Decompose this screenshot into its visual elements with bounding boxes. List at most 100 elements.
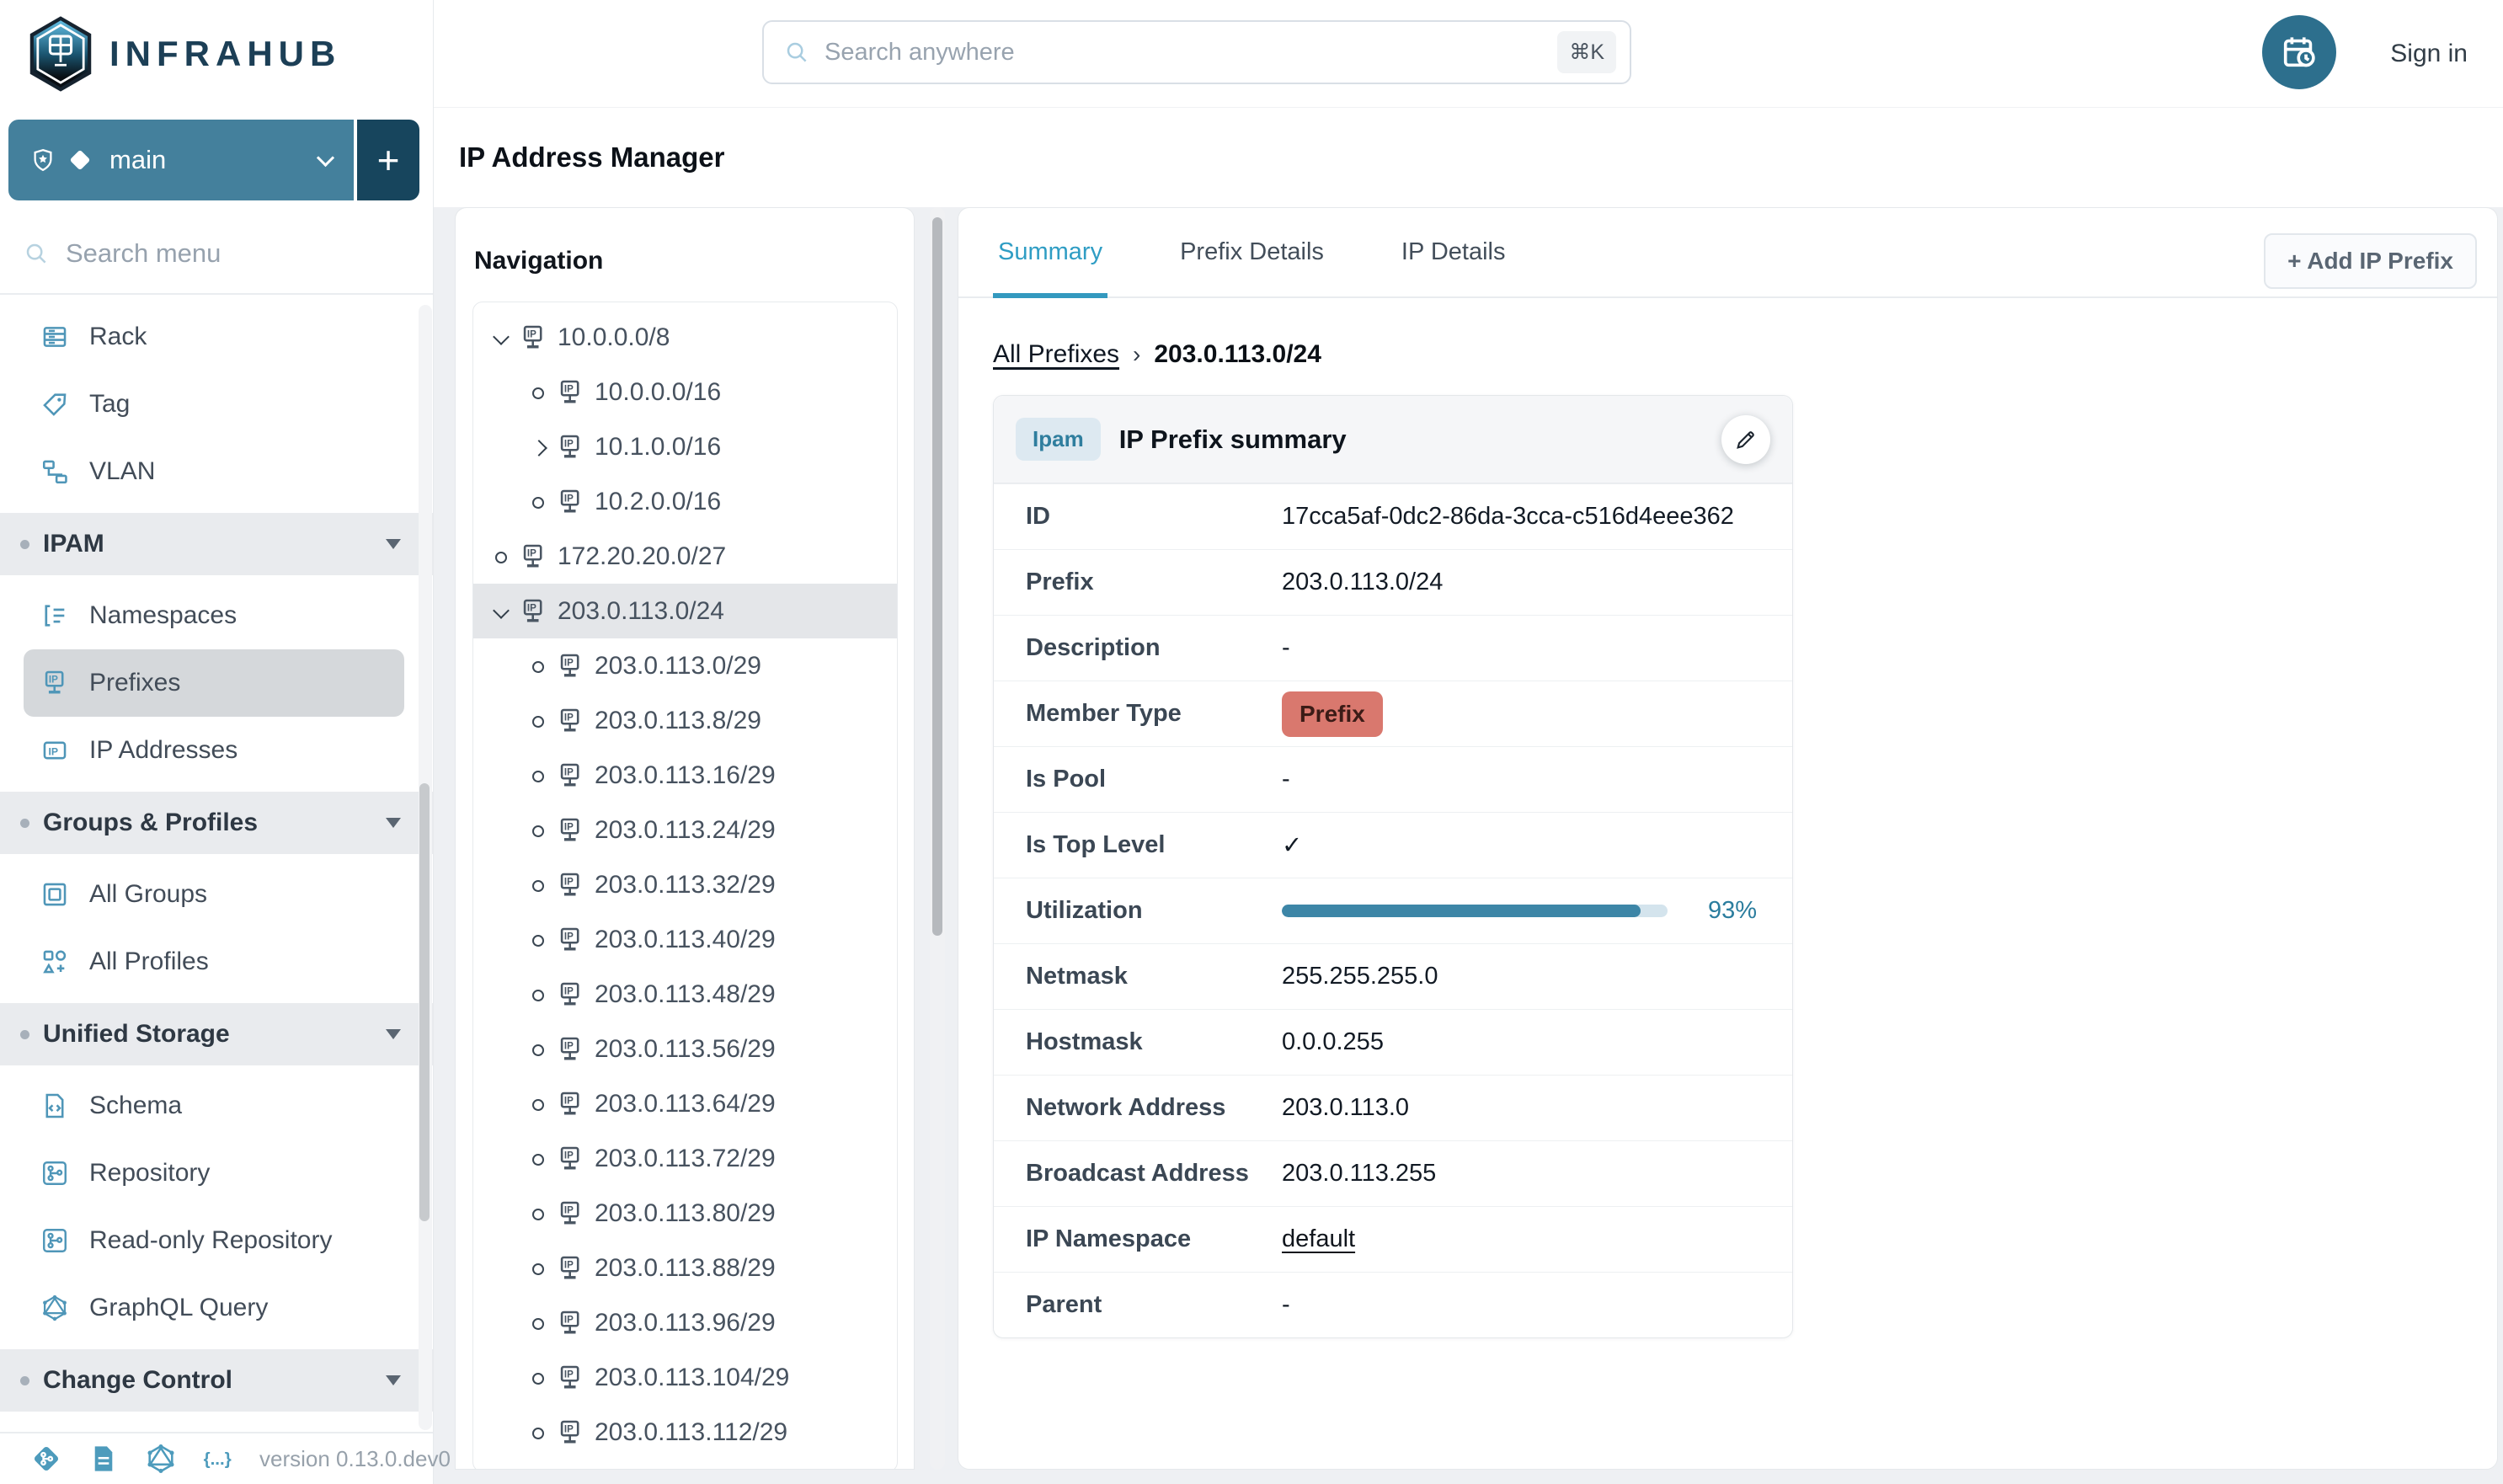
field-value-link[interactable]: default — [1282, 1225, 1355, 1253]
sidebar-item[interactable]: Namespaces — [24, 582, 404, 649]
tree-row[interactable]: 203.0.113.112/29 — [473, 1405, 897, 1460]
tab[interactable]: IP Details — [1396, 208, 1511, 296]
breadcrumb-current: 203.0.113.0/24 — [1154, 340, 1321, 369]
sidebar-item[interactable]: Unified Storage — [0, 1003, 433, 1065]
field-label: Network Address — [1026, 1094, 1282, 1122]
tree-row[interactable]: 203.0.113.88/29 — [473, 1241, 897, 1295]
tree-row[interactable]: 203.0.113.80/29 — [473, 1186, 897, 1241]
tree-row[interactable]: 203.0.113.0/24 — [473, 584, 897, 638]
footer-icon-button[interactable] — [202, 1443, 234, 1475]
field-value: 203.0.113.0/24 — [1282, 569, 1443, 596]
tree-marker-icon[interactable] — [527, 436, 549, 458]
sidebar-item[interactable]: VLAN — [24, 438, 404, 505]
breadcrumb-all-prefixes-link[interactable]: All Prefixes — [993, 340, 1119, 369]
sidebar-search-input[interactable] — [66, 238, 386, 269]
add-ip-prefix-button[interactable]: + Add IP Prefix — [2264, 233, 2477, 289]
tree-marker-icon[interactable] — [527, 819, 549, 841]
tree-marker-icon[interactable] — [527, 1038, 549, 1060]
sidebar-item[interactable]: Rack — [24, 303, 404, 371]
navigation-scrollbar-thumb[interactable] — [932, 217, 942, 936]
app-logo[interactable]: INFRAHUB — [25, 15, 341, 93]
global-search[interactable]: ⌘K — [762, 20, 1631, 84]
tree-row[interactable]: 10.1.0.0/16 — [473, 419, 897, 474]
tree-row[interactable]: 203.0.113.0/29 — [473, 638, 897, 693]
tree-marker-icon[interactable] — [527, 382, 549, 403]
navigation-scrollbar[interactable] — [930, 207, 945, 1470]
tree-row[interactable]: 203.0.113.24/29 — [473, 803, 897, 857]
sidebar-item[interactable]: Read-only Repository — [24, 1207, 404, 1274]
sidebar-item-label: Tag — [89, 390, 130, 419]
sidebar-item[interactable]: Tag — [24, 371, 404, 438]
sidebar-item[interactable]: IPAM — [0, 513, 433, 575]
tree-row[interactable]: 10.0.0.0/16 — [473, 365, 897, 419]
sidebar-item[interactable]: All Profiles — [24, 928, 404, 996]
doc-icon — [88, 1443, 120, 1475]
tree-row[interactable]: 203.0.113.40/29 — [473, 912, 897, 967]
sidebar-item[interactable]: Change Control — [0, 1349, 433, 1412]
section-bullet-icon — [20, 1376, 29, 1385]
field-label: Broadcast Address — [1026, 1160, 1282, 1188]
sidebar-item[interactable]: IP Addresses — [24, 717, 404, 784]
tree-row[interactable]: 203.0.113.104/29 — [473, 1350, 897, 1405]
sign-in-button[interactable]: Sign in — [2390, 0, 2468, 108]
tree-row[interactable]: 203.0.113.16/29 — [473, 748, 897, 803]
tab[interactable]: Summary — [993, 208, 1107, 296]
field-label: Hostmask — [1026, 1028, 1282, 1056]
sidebar-item-label: Change Control — [43, 1366, 232, 1395]
tree-marker-icon[interactable] — [527, 1312, 549, 1334]
tree-marker-icon[interactable] — [527, 491, 549, 513]
sidebar-item[interactable]: Groups & Profiles — [0, 792, 433, 854]
tree-marker-icon[interactable] — [527, 1422, 549, 1444]
tree-marker-icon[interactable] — [490, 327, 512, 349]
field-value: 255.255.255.0 — [1282, 963, 1438, 990]
tree-row[interactable]: 203.0.113.72/29 — [473, 1131, 897, 1186]
tree-row[interactable]: 203.0.113.120/29 — [473, 1460, 897, 1470]
sidebar-scrollbar-thumb[interactable] — [419, 783, 430, 1221]
sidebar-menu: Rack Tag VLAN IPAM — [0, 303, 433, 1432]
tree-marker-icon[interactable] — [490, 546, 512, 568]
tree-marker-icon[interactable] — [527, 765, 549, 787]
edit-button[interactable] — [1721, 415, 1770, 464]
tree-marker-icon[interactable] — [527, 710, 549, 732]
global-search-input[interactable] — [825, 39, 1542, 67]
create-branch-button[interactable]: + — [354, 120, 419, 200]
summary-row: Hostmask 0.0.0.255 0.0.0.255 0.0.0.255 0… — [994, 1009, 1792, 1075]
footer-icon-button[interactable] — [88, 1443, 120, 1475]
sidebar-item[interactable]: GraphQL Query — [24, 1274, 404, 1342]
footer-icon-button[interactable] — [30, 1443, 62, 1475]
tree-marker-icon[interactable] — [527, 984, 549, 1006]
tree-row[interactable]: 203.0.113.48/29 — [473, 967, 897, 1022]
field-label: Parent — [1026, 1291, 1282, 1319]
tree-row[interactable]: 172.20.20.0/27 — [473, 529, 897, 584]
sidebar-scrollbar[interactable] — [419, 305, 432, 1430]
summary-row: Prefix 203.0.113.0/24 203.0.113.0/24 203… — [994, 549, 1792, 615]
tree-marker-icon[interactable] — [527, 1093, 549, 1115]
time-travel-button[interactable] — [2262, 15, 2336, 89]
tree-marker-icon[interactable] — [490, 601, 512, 622]
tree-row[interactable]: 203.0.113.32/29 — [473, 857, 897, 912]
sidebar-search[interactable] — [0, 214, 433, 295]
sidebar-item[interactable]: All Groups — [24, 861, 404, 928]
branch-selector-main[interactable]: main — [8, 120, 354, 200]
tab[interactable]: Prefix Details — [1175, 208, 1329, 296]
footer-icon-button[interactable] — [145, 1443, 177, 1475]
ipam-badge: Ipam — [1016, 418, 1101, 461]
tree-marker-icon[interactable] — [527, 1367, 549, 1389]
tree-marker-icon[interactable] — [527, 655, 549, 677]
tree-marker-icon[interactable] — [527, 874, 549, 896]
tree-row[interactable]: 203.0.113.56/29 — [473, 1022, 897, 1076]
tree-row[interactable]: 203.0.113.96/29 — [473, 1295, 897, 1350]
sidebar-item[interactable]: Repository — [24, 1140, 404, 1207]
sidebar-item[interactable]: Schema — [24, 1072, 404, 1140]
tree-marker-icon[interactable] — [527, 1203, 549, 1225]
sidebar-item[interactable]: Prefixes — [24, 649, 404, 717]
tree-row[interactable]: 203.0.113.8/29 — [473, 693, 897, 748]
prefix-icon — [556, 1364, 584, 1392]
tree-row[interactable]: 10.0.0.0/8 — [473, 310, 897, 365]
tree-row[interactable]: 203.0.113.64/29 — [473, 1076, 897, 1131]
tree-marker-icon[interactable] — [527, 929, 549, 951]
tree-marker-icon[interactable] — [527, 1257, 549, 1279]
tree-row[interactable]: 10.2.0.0/16 — [473, 474, 897, 529]
branch-selector[interactable]: main + — [8, 120, 419, 200]
tree-marker-icon[interactable] — [527, 1148, 549, 1170]
